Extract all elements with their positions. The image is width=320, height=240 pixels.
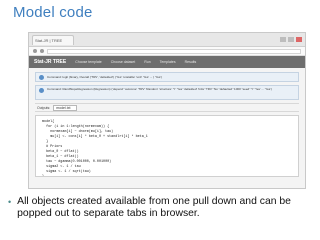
code-line: }	[42, 175, 45, 177]
bullet-text: All objects created available from one p…	[17, 196, 291, 219]
app-content: Command: logit (binary, Overall ('TRV', …	[29, 68, 305, 181]
command-text: Command: logit (binary, Overall ('TRV', …	[47, 75, 162, 79]
forward-icon[interactable]	[40, 49, 44, 53]
maximize-icon[interactable]	[288, 37, 294, 42]
nav-item-results[interactable]: Results	[185, 60, 197, 64]
back-icon[interactable]	[33, 49, 37, 53]
window-controls	[280, 37, 302, 42]
url-input[interactable]	[47, 48, 301, 54]
nav-item-templates[interactable]: Templates	[160, 60, 176, 64]
command-section-2[interactable]: Command: RandSlopeRegression (Regression…	[35, 85, 299, 100]
app-screenshot: Stat-JR | TREE Stat-JR TREE Choose templ…	[28, 32, 306, 189]
address-bar	[29, 47, 305, 56]
nav-item-choose-dataset[interactable]: Choose dataset	[111, 60, 136, 64]
nav-item-choose-template[interactable]: Choose template	[75, 60, 101, 64]
output-select[interactable]: model.txt	[53, 104, 78, 111]
command-text: Command: RandSlopeRegression (Regression…	[47, 88, 272, 91]
browser-tab-bar: Stat-JR | TREE	[29, 33, 305, 47]
app-logo: Stat-JR TREE	[34, 59, 67, 65]
close-icon[interactable]	[296, 37, 302, 42]
app-navbar: Stat-JR TREE Choose template Choose data…	[29, 56, 305, 68]
expand-toggle-icon[interactable]	[39, 74, 44, 80]
bullet-icon: •	[8, 197, 12, 207]
nav-item-run[interactable]: Run	[144, 60, 150, 64]
minimize-icon[interactable]	[280, 37, 286, 42]
expand-toggle-icon[interactable]	[39, 88, 44, 93]
slide-title: Model code	[13, 4, 93, 21]
bullet-point: • All objects created available from one…	[8, 196, 308, 220]
command-section-1[interactable]: Command: logit (binary, Overall ('TRV', …	[35, 72, 299, 82]
model-code-box: model{ for (i in 1:length(normexam)) { n…	[35, 115, 299, 177]
output-select-row: Outputs: model.txt	[35, 103, 299, 112]
browser-tab[interactable]: Stat-JR | TREE	[32, 34, 74, 45]
output-select-label: Outputs:	[37, 105, 51, 110]
